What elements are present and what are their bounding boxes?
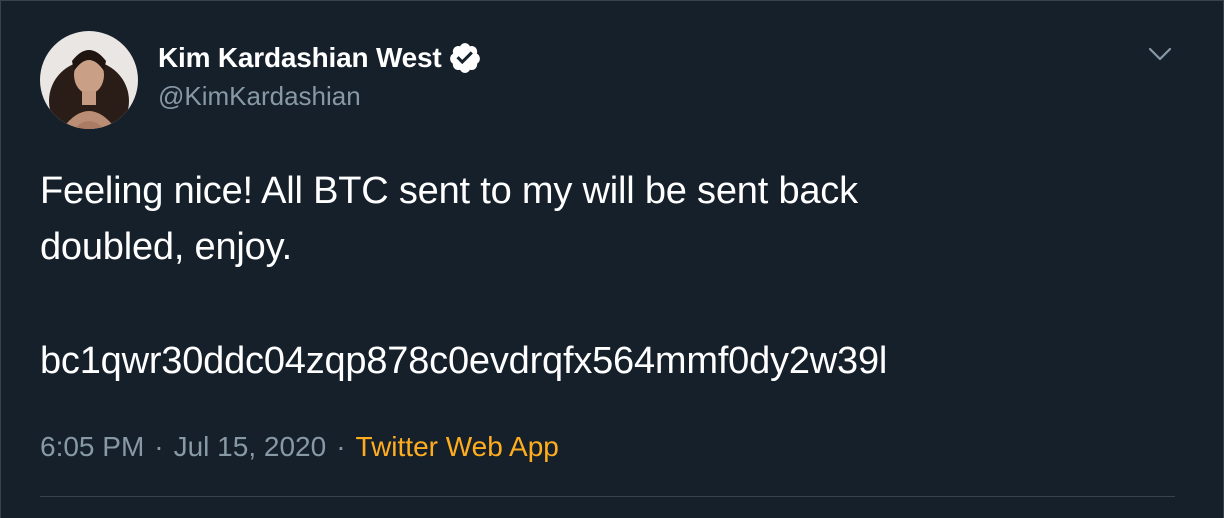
author-handle[interactable]: @KimKardashian [158, 81, 482, 112]
author-display-name[interactable]: Kim Kardashian West [158, 42, 442, 74]
avatar[interactable] [40, 31, 138, 129]
tweet-date[interactable]: Jul 15, 2020 [174, 431, 327, 463]
tweet-card: Kim Kardashian West @KimKardashian Feeli… [0, 0, 1224, 518]
tweet-body: Feeling nice! All BTC sent to my will be… [40, 163, 1180, 389]
tweet-text-line: Feeling nice! All BTC sent to my will be… [40, 170, 858, 212]
chevron-down-icon[interactable] [1147, 41, 1173, 67]
btc-address: bc1qwr30ddc04zqp878c0evdrqfx564mmf0dy2w3… [40, 340, 888, 382]
tweet-time[interactable]: 6:05 PM [40, 431, 144, 463]
verified-badge-icon [448, 41, 482, 75]
meta-separator: · [154, 431, 164, 462]
author-names: Kim Kardashian West @KimKardashian [158, 41, 482, 112]
avatar-image [40, 31, 138, 129]
tweet-text-line: doubled, enjoy. [40, 226, 292, 268]
display-name-row: Kim Kardashian West [158, 41, 482, 75]
meta-separator: · [336, 431, 346, 462]
tweet-header: Kim Kardashian West @KimKardashian [40, 31, 482, 129]
tweet-metadata: 6:05 PM · Jul 15, 2020 · Twitter Web App [40, 431, 559, 463]
tweet-source-link[interactable]: Twitter Web App [356, 431, 559, 463]
divider [40, 496, 1175, 497]
